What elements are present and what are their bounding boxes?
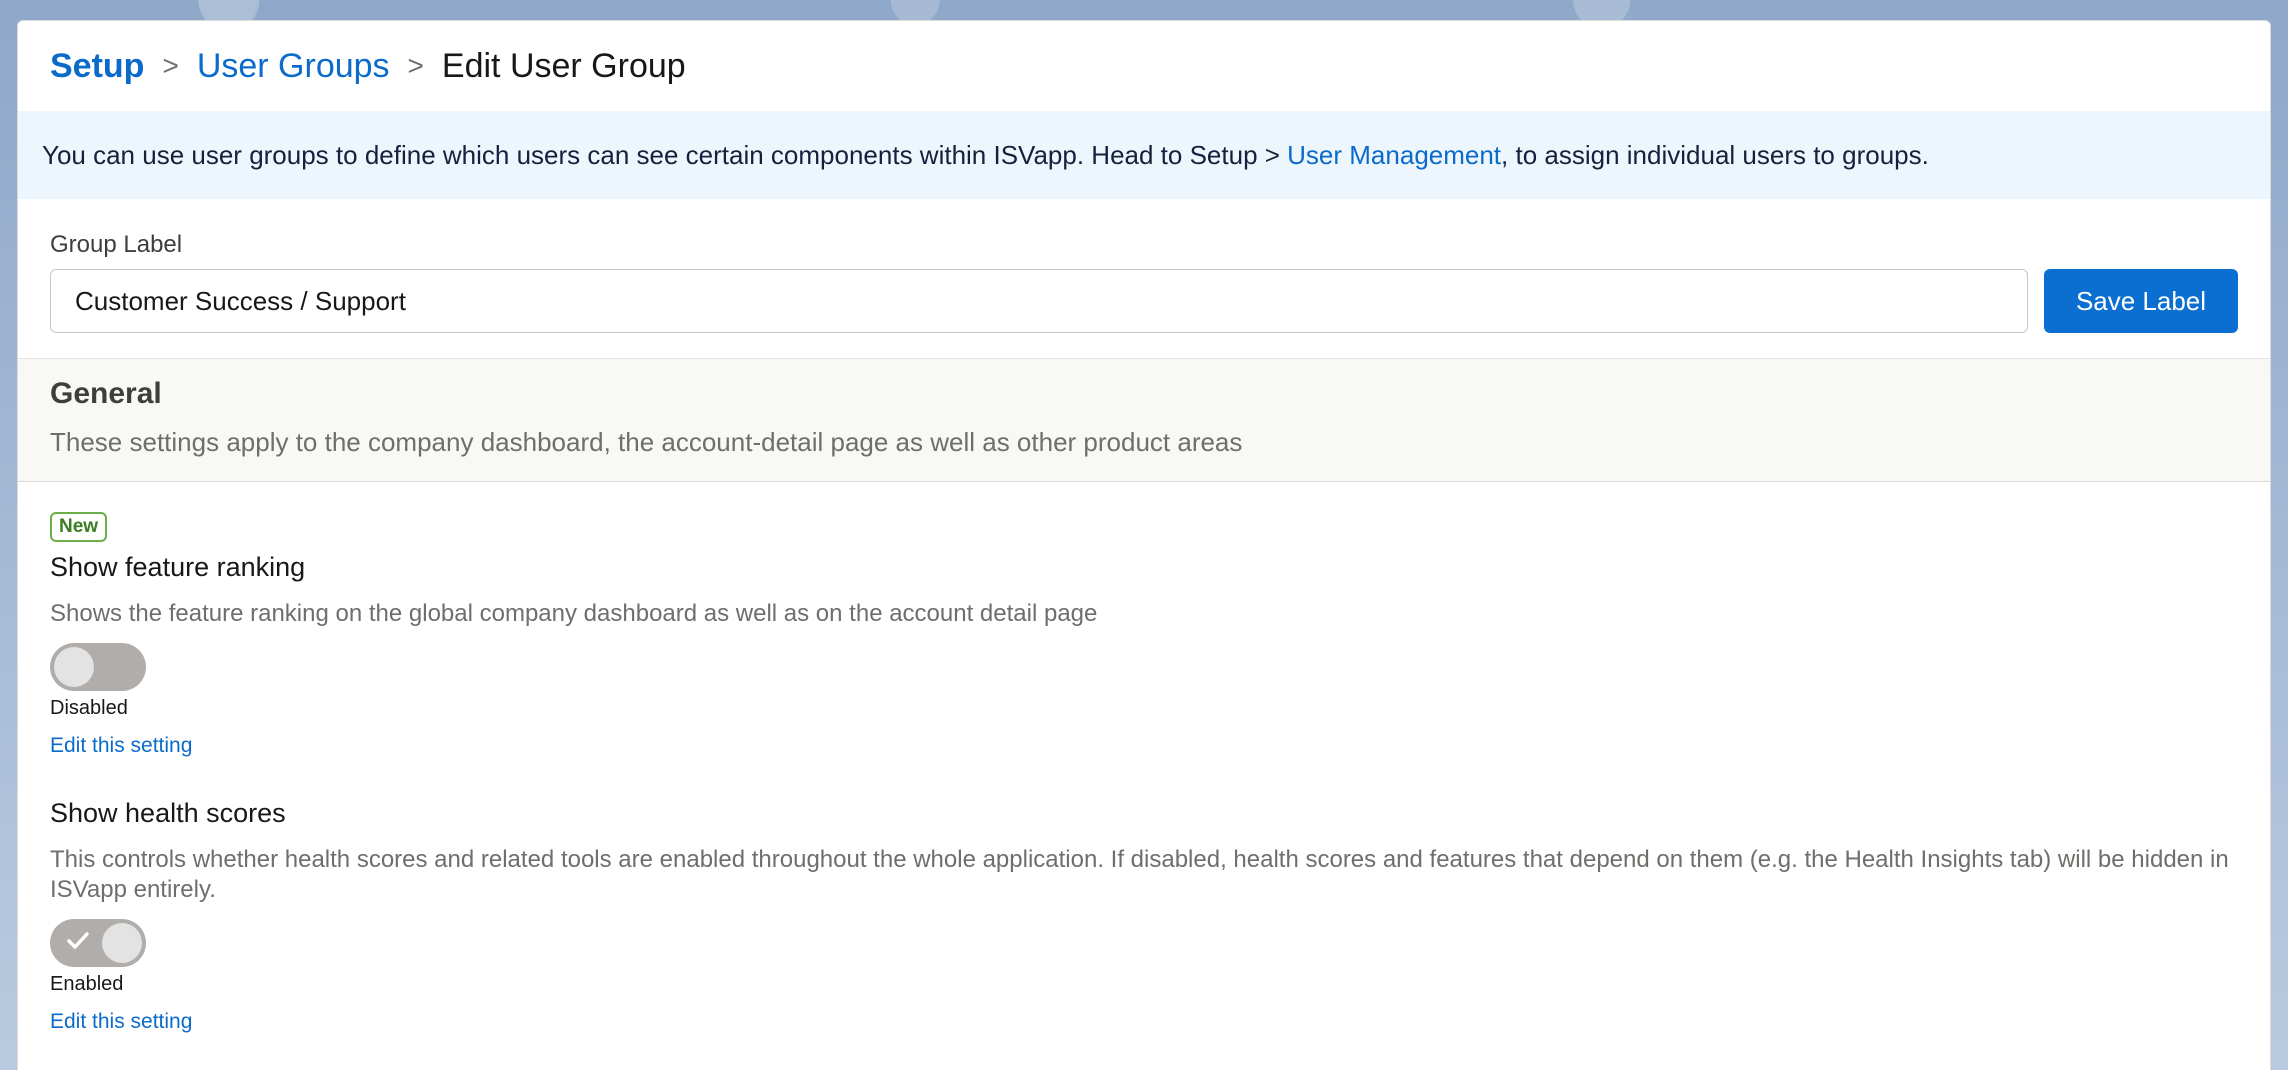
- info-banner-text: You can use user groups to define which …: [42, 140, 1929, 171]
- check-icon: [67, 932, 89, 949]
- group-label-section: Group Label Save Label: [18, 199, 2270, 358]
- general-title: General: [50, 377, 162, 410]
- breadcrumb: Setup > User Groups > Edit User Group: [18, 21, 2270, 111]
- breadcrumb-user-groups-link[interactable]: User Groups: [197, 47, 390, 86]
- info-text-before: You can use user groups to define which …: [42, 139, 1288, 170]
- group-label-row: Save Label: [50, 269, 2238, 333]
- breadcrumb-setup-link[interactable]: Setup: [50, 47, 144, 86]
- setting-title: Show health scores: [50, 798, 286, 828]
- group-label-input[interactable]: [50, 269, 2028, 333]
- toggle-knob: [102, 923, 142, 963]
- general-section-header: General These settings apply to the comp…: [18, 358, 2270, 482]
- setting-health-scores: Show health scores This controls whether…: [50, 798, 2238, 1034]
- edit-setting-link[interactable]: Edit this setting: [50, 1010, 192, 1033]
- toggle-knob: [54, 647, 94, 687]
- toggle-status: Enabled: [50, 973, 124, 995]
- info-banner: You can use user groups to define which …: [18, 111, 2270, 199]
- setting-feature-ranking: New Show feature ranking Shows the featu…: [50, 512, 2238, 758]
- feature-ranking-toggle[interactable]: [50, 643, 146, 691]
- setting-title: Show feature ranking: [50, 552, 306, 582]
- new-badge: New: [50, 512, 108, 542]
- edit-setting-link[interactable]: Edit this setting: [50, 734, 192, 757]
- info-text-after: , to assign individual users to groups.: [1501, 139, 1929, 170]
- page-title: Edit User Group: [441, 46, 686, 85]
- breadcrumb-separator: >: [407, 50, 424, 81]
- settings-list: New Show feature ranking Shows the featu…: [18, 482, 2270, 1034]
- setting-description: This controls whether health scores and …: [50, 846, 2229, 903]
- user-management-link[interactable]: User Management: [1287, 140, 1501, 170]
- general-description: These settings apply to the company dash…: [50, 427, 1243, 457]
- edit-user-group-panel: Setup > User Groups > Edit User Group Yo…: [17, 20, 2271, 1070]
- group-label-field-label: Group Label: [50, 231, 183, 258]
- save-label-button[interactable]: Save Label: [2044, 269, 2238, 333]
- toggle-status: Disabled: [50, 697, 128, 719]
- health-scores-toggle[interactable]: [50, 919, 146, 967]
- breadcrumb-separator: >: [162, 50, 179, 81]
- setting-description: Shows the feature ranking on the global …: [50, 600, 1098, 627]
